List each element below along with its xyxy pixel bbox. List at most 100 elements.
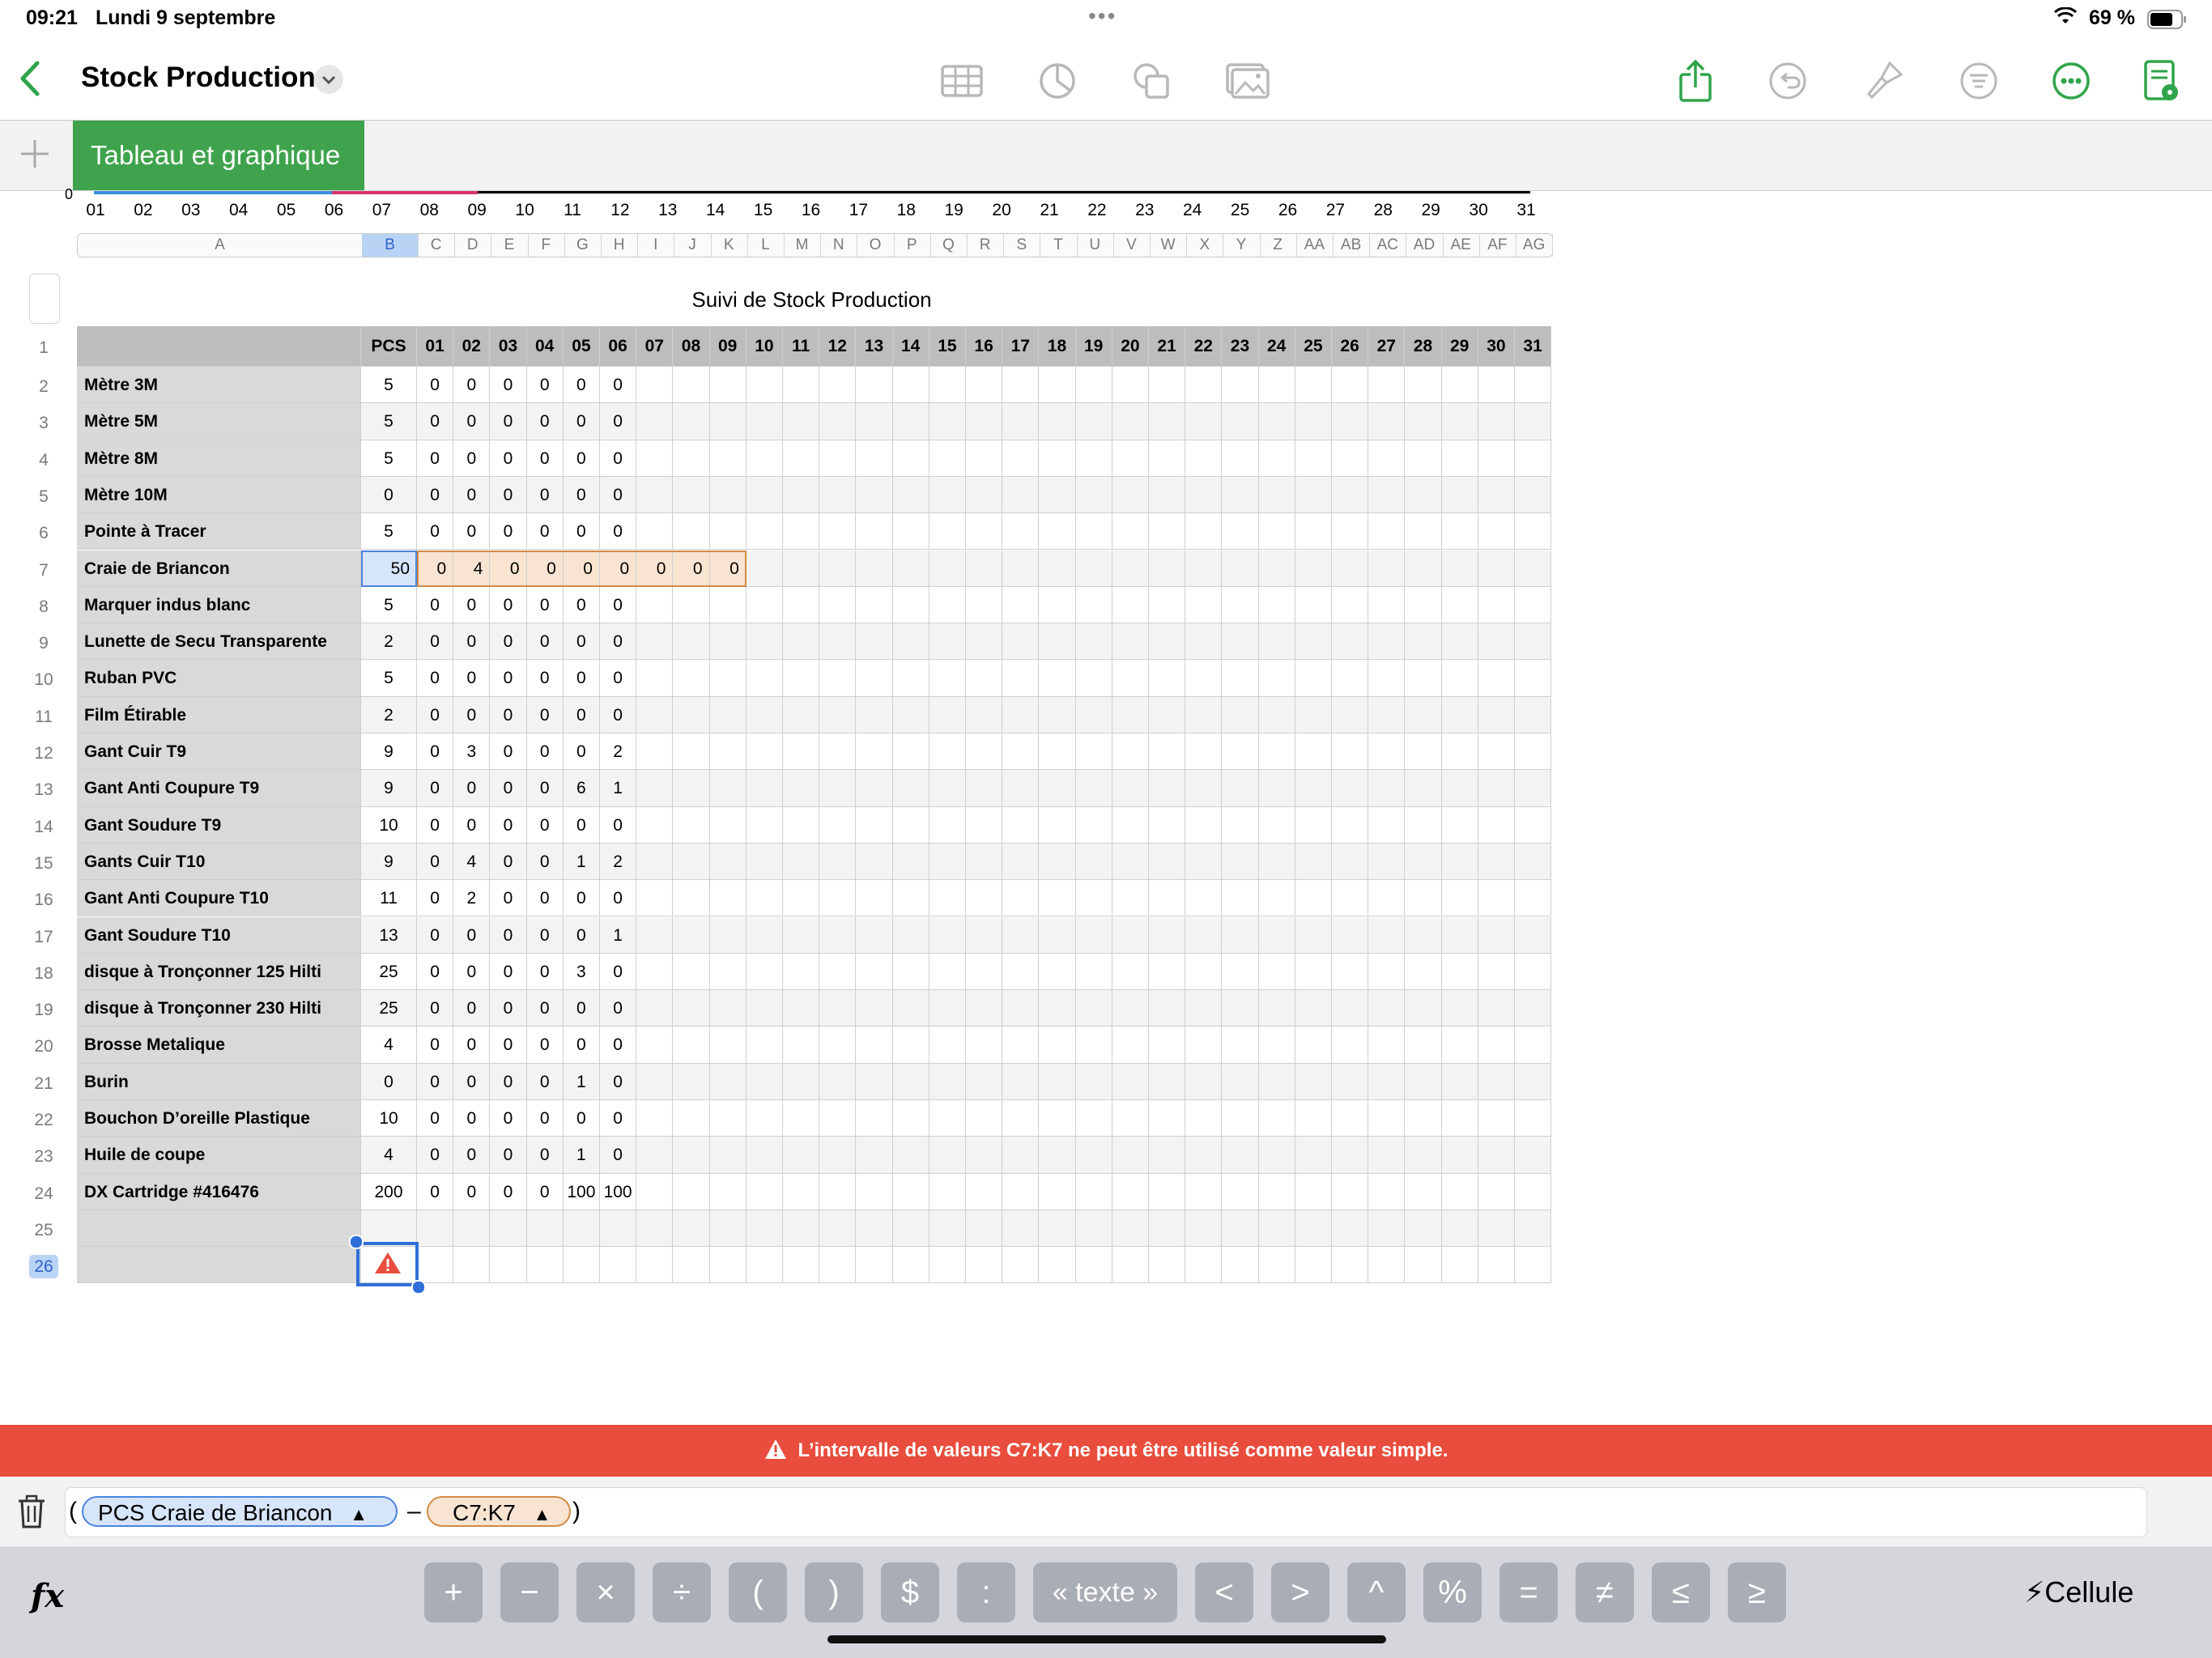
table-cell[interactable]: [1478, 476, 1515, 514]
table-cell[interactable]: 0: [417, 733, 454, 771]
table-cell[interactable]: [746, 770, 783, 807]
table-header-cell[interactable]: 28: [1405, 326, 1442, 367]
table-header-cell[interactable]: 14: [892, 326, 929, 367]
table-cell[interactable]: 0: [563, 880, 600, 917]
table-cell[interactable]: [929, 770, 966, 807]
table-cell[interactable]: [856, 586, 893, 624]
table-cell[interactable]: [1075, 696, 1112, 733]
row-label-cell[interactable]: Gant Soudure T9: [77, 806, 361, 844]
table-cell[interactable]: [1002, 733, 1040, 771]
table-cell[interactable]: [892, 696, 929, 733]
table-cell[interactable]: [1185, 586, 1223, 624]
table-cell[interactable]: 5: [361, 586, 417, 624]
document-view-icon[interactable]: [2138, 58, 2183, 104]
table-cell[interactable]: [1222, 586, 1259, 624]
selection-handle-bottom-right[interactable]: [411, 1279, 426, 1295]
table-cell[interactable]: [1295, 403, 1332, 440]
table-cell[interactable]: [1002, 1209, 1040, 1248]
table-cell[interactable]: [819, 1209, 857, 1248]
table-cell[interactable]: [1332, 806, 1369, 844]
column-header-y[interactable]: Y: [1223, 234, 1261, 257]
table-cell[interactable]: 0: [417, 806, 454, 844]
table-cell[interactable]: [1075, 733, 1112, 771]
table-cell[interactable]: [1515, 696, 1552, 733]
table-cell[interactable]: [1258, 660, 1295, 697]
table-cell[interactable]: 0: [453, 806, 491, 844]
table-cell[interactable]: [1039, 550, 1076, 587]
table-cell[interactable]: 25: [361, 953, 417, 991]
table-cell[interactable]: [966, 623, 1003, 661]
table-cell[interactable]: [1149, 1100, 1186, 1137]
table-cell[interactable]: [636, 476, 674, 514]
table-cell[interactable]: 0: [490, 1063, 527, 1100]
table-cell[interactable]: [1515, 1100, 1552, 1137]
table-cell[interactable]: [600, 1247, 637, 1284]
table-cell[interactable]: 0: [453, 1027, 491, 1064]
table-cell[interactable]: [966, 403, 1003, 440]
table-cell[interactable]: [892, 880, 929, 917]
table-cell[interactable]: [929, 586, 966, 624]
table-cell[interactable]: [819, 696, 857, 733]
column-header-f[interactable]: F: [528, 234, 565, 257]
table-header-cell[interactable]: 06: [600, 326, 637, 367]
column-header-s[interactable]: S: [1003, 234, 1041, 257]
table-cell[interactable]: [1039, 1100, 1076, 1137]
table-cell[interactable]: [1368, 367, 1406, 404]
table-cell[interactable]: 5: [361, 367, 417, 404]
table-cell[interactable]: [1332, 513, 1369, 551]
table-cell[interactable]: [709, 623, 747, 661]
table-cell[interactable]: 0: [490, 733, 527, 771]
table-cell[interactable]: 0: [600, 1063, 637, 1100]
table-cell[interactable]: [746, 586, 783, 624]
table-cell[interactable]: [673, 1063, 710, 1100]
table-cell[interactable]: [966, 1063, 1003, 1100]
table-cell[interactable]: [929, 1137, 966, 1174]
table-cell[interactable]: 0: [526, 1027, 564, 1064]
row-label-cell[interactable]: Gant Soudure T10: [77, 916, 361, 954]
table-cell[interactable]: [929, 880, 966, 917]
table-cell[interactable]: [892, 623, 929, 661]
row-label-cell[interactable]: Mètre 5M: [77, 403, 361, 440]
table-header-cell[interactable]: 24: [1258, 326, 1295, 367]
table-cell[interactable]: [892, 843, 929, 881]
keypad-key[interactable]: −: [500, 1562, 559, 1622]
table-cell[interactable]: [1149, 1063, 1186, 1100]
more-icon[interactable]: [2048, 58, 2094, 104]
row-label-cell[interactable]: Gants Cuir T10: [77, 843, 361, 881]
table-cell[interactable]: 0: [417, 770, 454, 807]
table-cell[interactable]: [1222, 953, 1259, 991]
table-cell[interactable]: [1258, 1063, 1295, 1100]
table-cell[interactable]: [1332, 843, 1369, 881]
table-cell[interactable]: [1478, 806, 1515, 844]
table-header-cell[interactable]: PCS: [361, 326, 417, 367]
column-header-v[interactable]: V: [1113, 234, 1151, 257]
table-cell[interactable]: [1405, 806, 1442, 844]
table-cell[interactable]: [1075, 1247, 1112, 1284]
table-cell[interactable]: [1002, 1063, 1040, 1100]
table-cell[interactable]: [673, 916, 710, 954]
table-cell[interactable]: [892, 1100, 929, 1137]
table-cell[interactable]: [1185, 513, 1223, 551]
table-cell[interactable]: [1002, 1027, 1040, 1064]
table-cell[interactable]: [819, 586, 857, 624]
table-cell[interactable]: [783, 1209, 820, 1248]
table-cell[interactable]: [1478, 1063, 1515, 1100]
table-cell[interactable]: [1112, 1173, 1149, 1210]
row-label-cell[interactable]: Ruban PVC: [77, 660, 361, 697]
table-cell[interactable]: 0: [490, 880, 527, 917]
table-cell[interactable]: [1258, 806, 1295, 844]
table-cell[interactable]: [929, 550, 966, 587]
table-cell[interactable]: [673, 1137, 710, 1174]
table-cell[interactable]: [1515, 660, 1552, 697]
table-cell[interactable]: [1441, 476, 1478, 514]
table-cell[interactable]: 0: [526, 696, 564, 733]
table-cell[interactable]: [1222, 550, 1259, 587]
table-cell[interactable]: [819, 550, 857, 587]
table-cell[interactable]: [1149, 550, 1186, 587]
table-cell[interactable]: [1441, 1247, 1478, 1284]
table-cell[interactable]: [1368, 623, 1406, 661]
table-cell[interactable]: [1368, 880, 1406, 917]
table-cell[interactable]: [673, 513, 710, 551]
table-cell[interactable]: [1405, 953, 1442, 991]
table-cell[interactable]: [746, 550, 783, 587]
